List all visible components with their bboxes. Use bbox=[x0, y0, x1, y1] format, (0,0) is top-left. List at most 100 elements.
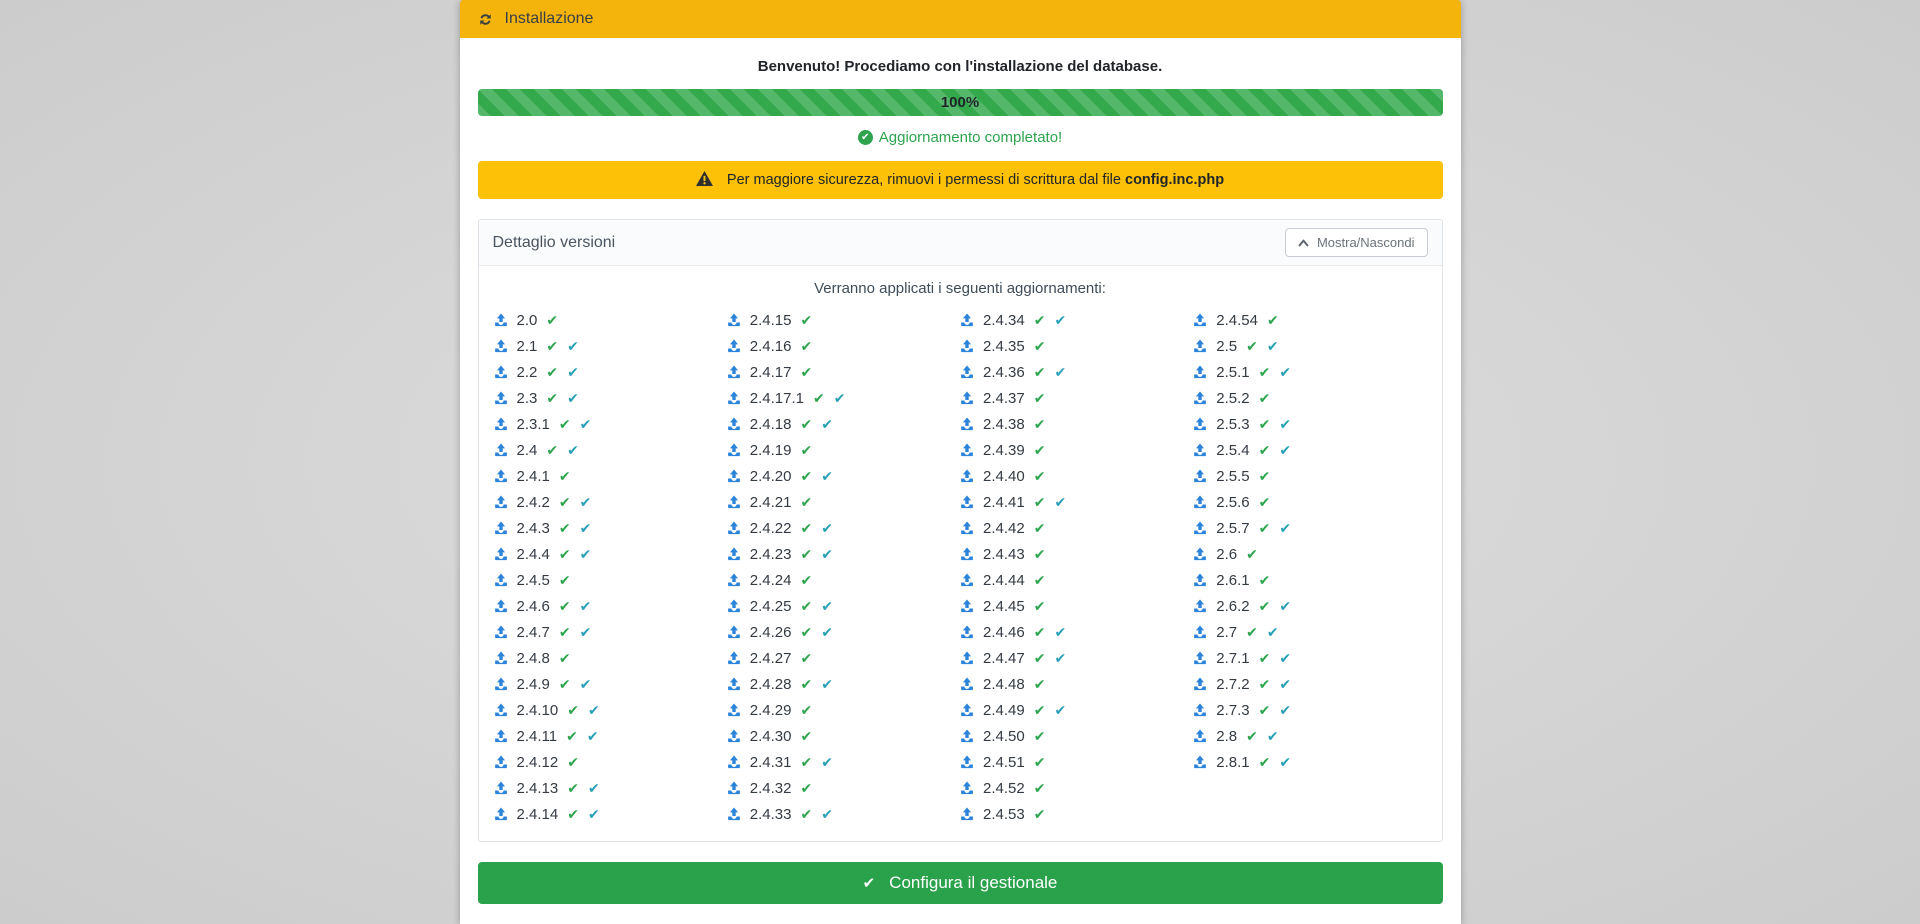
upload-icon bbox=[1193, 443, 1207, 457]
check-icon-green: ✔ bbox=[559, 469, 571, 483]
version-label: 2.4.42 bbox=[983, 520, 1025, 537]
version-row: 2.4.47 ✔ ✔ bbox=[960, 645, 1193, 671]
version-label: 2.4.18 bbox=[750, 416, 792, 433]
check-icon-green: ✔ bbox=[1034, 469, 1046, 483]
version-label: 2.4.52 bbox=[983, 780, 1025, 797]
version-row: 2.4.32 ✔ bbox=[727, 775, 960, 801]
check-icon-teal: ✔ bbox=[580, 417, 592, 431]
upload-icon bbox=[494, 443, 508, 457]
check-icon-teal: ✔ bbox=[821, 599, 833, 613]
version-row: 2.4.21 ✔ bbox=[727, 489, 960, 515]
version-label: 2.4.29 bbox=[750, 702, 792, 719]
version-label: 2.6.1 bbox=[1216, 572, 1249, 589]
version-row: 2.4.14 ✔ ✔ bbox=[494, 801, 727, 827]
version-row: 2.5 ✔ ✔ bbox=[1193, 333, 1426, 359]
toggle-versions-button[interactable]: Mostra/Nascondi bbox=[1285, 228, 1428, 257]
versions-card-title: Dettaglio versioni bbox=[493, 234, 616, 252]
upload-icon bbox=[1193, 417, 1207, 431]
check-icon-teal: ✔ bbox=[1279, 365, 1291, 379]
version-row: 2.4.9 ✔ ✔ bbox=[494, 671, 727, 697]
upload-icon bbox=[727, 521, 741, 535]
version-row: 2.5.5 ✔ bbox=[1193, 463, 1426, 489]
upload-icon bbox=[494, 677, 508, 691]
versions-intro: Verranno applicati i seguenti aggiorname… bbox=[479, 280, 1442, 297]
check-icon-teal: ✔ bbox=[1267, 729, 1279, 743]
welcome-message: Benvenuto! Procediamo con l'installazion… bbox=[478, 58, 1443, 75]
version-row: 2.4.8 ✔ bbox=[494, 645, 727, 671]
version-row: 2.4.53 ✔ bbox=[960, 801, 1193, 827]
version-label: 2.4.40 bbox=[983, 468, 1025, 485]
check-icon-teal: ✔ bbox=[821, 469, 833, 483]
check-icon-green: ✔ bbox=[559, 677, 571, 691]
upload-icon bbox=[727, 495, 741, 509]
check-icon-green: ✔ bbox=[813, 391, 825, 405]
check-icon-teal: ✔ bbox=[587, 729, 599, 743]
check-icon-green: ✔ bbox=[800, 781, 812, 795]
version-label: 2.4.17.1 bbox=[750, 390, 804, 407]
upload-icon bbox=[494, 313, 508, 327]
version-row: 2.4.33 ✔ ✔ bbox=[727, 801, 960, 827]
check-icon-green: ✔ bbox=[800, 651, 812, 665]
version-label: 2.4.49 bbox=[983, 702, 1025, 719]
version-row: 2.5.2 ✔ bbox=[1193, 385, 1426, 411]
configure-button[interactable]: ✔ Configura il gestionale bbox=[478, 862, 1443, 904]
check-icon-green: ✔ bbox=[800, 495, 812, 509]
progress-bar: 100% bbox=[478, 89, 1443, 116]
version-label: 2.8 bbox=[1216, 728, 1237, 745]
check-icon-green: ✔ bbox=[800, 755, 812, 769]
upload-icon bbox=[494, 339, 508, 353]
check-icon-teal: ✔ bbox=[821, 521, 833, 535]
check-icon-teal: ✔ bbox=[1279, 703, 1291, 717]
check-icon-teal: ✔ bbox=[567, 365, 579, 379]
upload-icon bbox=[494, 417, 508, 431]
version-row: 2.5.3 ✔ ✔ bbox=[1193, 411, 1426, 437]
version-label: 2.3.1 bbox=[517, 416, 550, 433]
check-icon-green: ✔ bbox=[1034, 391, 1046, 405]
version-label: 2.4.8 bbox=[517, 650, 550, 667]
upload-icon bbox=[727, 703, 741, 717]
upload-icon bbox=[727, 365, 741, 379]
version-row: 2.3 ✔ ✔ bbox=[494, 385, 727, 411]
check-icon-green: ✔ bbox=[567, 781, 579, 795]
check-icon-green: ✔ bbox=[1246, 547, 1258, 561]
version-row: 2.4.24 ✔ bbox=[727, 567, 960, 593]
upload-icon bbox=[727, 391, 741, 405]
upload-icon bbox=[960, 469, 974, 483]
version-label: 2.4.22 bbox=[750, 520, 792, 537]
upload-icon bbox=[1193, 469, 1207, 483]
check-icon-green: ✔ bbox=[546, 339, 558, 353]
version-row: 2.4.40 ✔ bbox=[960, 463, 1193, 489]
check-icon-green: ✔ bbox=[1034, 729, 1046, 743]
version-label: 2.4.50 bbox=[983, 728, 1025, 745]
check-icon-green: ✔ bbox=[800, 313, 812, 327]
version-label: 2.4.5 bbox=[517, 572, 550, 589]
check-icon-teal: ✔ bbox=[1054, 313, 1066, 327]
check-icon-green: ✔ bbox=[1034, 521, 1046, 535]
upload-icon bbox=[1193, 391, 1207, 405]
check-icon-green: ✔ bbox=[1259, 573, 1271, 587]
version-row: 2.6.1 ✔ bbox=[1193, 567, 1426, 593]
version-label: 2.4.31 bbox=[750, 754, 792, 771]
check-icon-teal: ✔ bbox=[580, 547, 592, 561]
check-icon-teal: ✔ bbox=[1054, 625, 1066, 639]
check-icon-green: ✔ bbox=[567, 807, 579, 821]
upload-icon bbox=[960, 729, 974, 743]
check-icon-teal: ✔ bbox=[567, 443, 579, 457]
version-row: 2.4.2 ✔ ✔ bbox=[494, 489, 727, 515]
version-label: 2.4.28 bbox=[750, 676, 792, 693]
check-icon-green: ✔ bbox=[559, 573, 571, 587]
version-label: 2.5.6 bbox=[1216, 494, 1249, 511]
check-icon-green: ✔ bbox=[1034, 703, 1046, 717]
check-icon-green: ✔ bbox=[546, 365, 558, 379]
version-row: 2.4.51 ✔ bbox=[960, 749, 1193, 775]
check-icon-green: ✔ bbox=[1259, 417, 1271, 431]
status-text: Aggiornamento completato! bbox=[879, 129, 1062, 146]
check-icon-green: ✔ bbox=[1034, 313, 1046, 327]
check-icon-green: ✔ bbox=[800, 729, 812, 743]
check-icon-green: ✔ bbox=[800, 807, 812, 821]
check-icon-teal: ✔ bbox=[567, 339, 579, 353]
security-warning-alert: Per maggiore sicurezza, rimuovi i permes… bbox=[478, 161, 1443, 199]
version-row: 2.4.42 ✔ bbox=[960, 515, 1193, 541]
version-row: 2.4 ✔ ✔ bbox=[494, 437, 727, 463]
upload-icon bbox=[960, 339, 974, 353]
